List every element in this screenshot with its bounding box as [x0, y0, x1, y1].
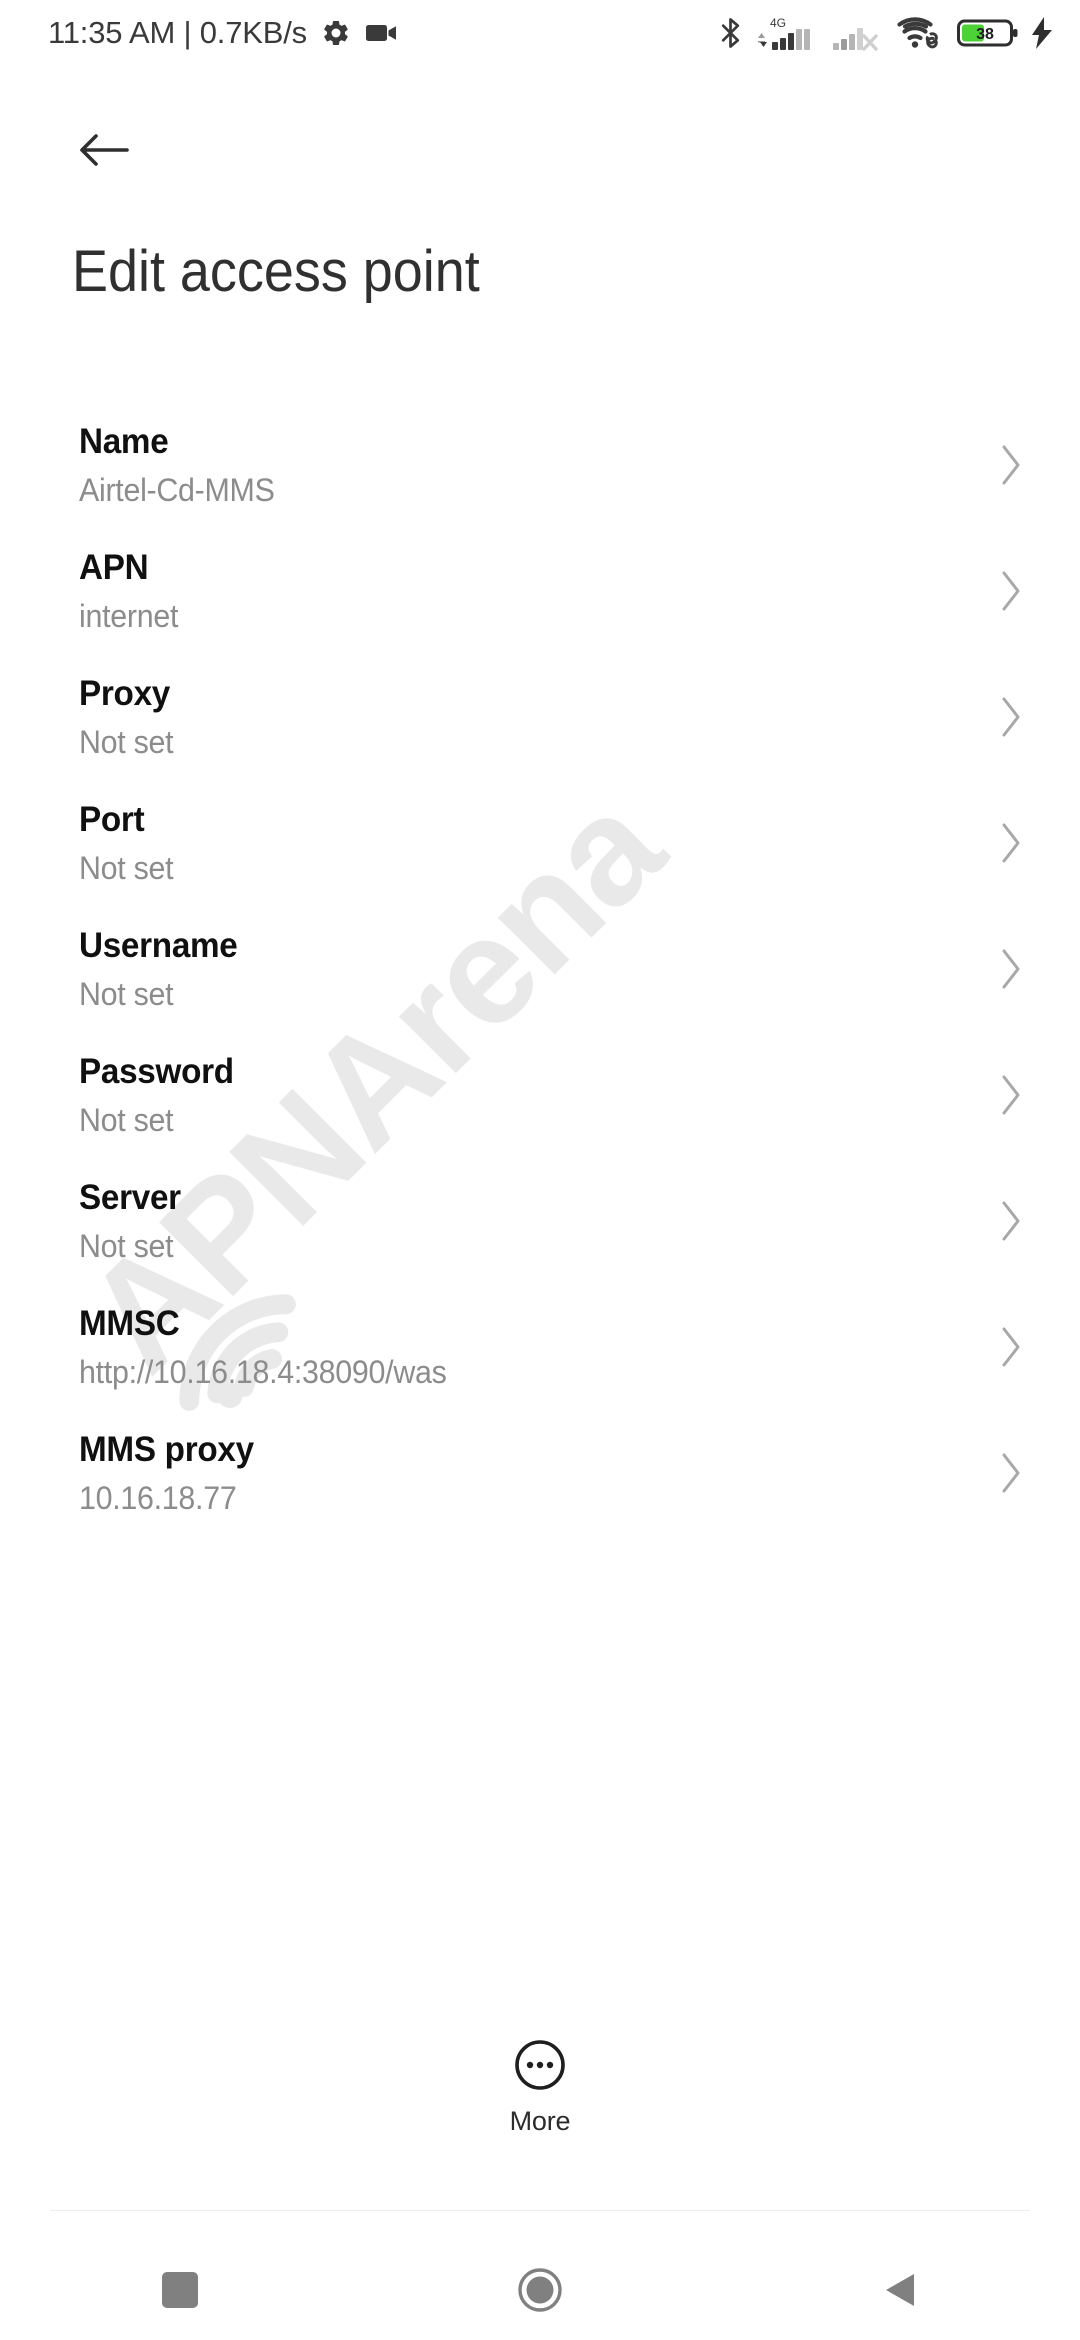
- back-button[interactable]: [58, 104, 150, 196]
- nav-recents-button[interactable]: [0, 2240, 360, 2340]
- list-item-proxy[interactable]: Proxy Not set: [0, 662, 1080, 788]
- list-item-label: Name: [79, 422, 169, 461]
- battery-icon: 38: [957, 19, 1018, 47]
- arrow-left-icon: [80, 134, 129, 166]
- list-item-value: internet: [79, 598, 179, 634]
- apn-settings-list: Name Airtel-Cd-MMS APN internet Proxy No…: [0, 410, 1080, 1544]
- bluetooth-icon: [721, 18, 740, 48]
- list-item-username[interactable]: Username Not set: [0, 914, 1080, 1040]
- list-item-label: Password: [79, 1052, 234, 1091]
- status-bar-left: 11:35 AM | 0.7KB/s: [48, 15, 399, 51]
- gear-icon: [324, 20, 348, 46]
- status-clock: 11:35 AM | 0.7KB/s: [48, 15, 307, 50]
- chevron-right-icon: [1002, 1453, 1020, 1493]
- list-item-password[interactable]: Password Not set: [0, 1040, 1080, 1166]
- list-item-apn[interactable]: APN internet: [0, 536, 1080, 662]
- nav-home-button[interactable]: [360, 2240, 720, 2340]
- chevron-right-icon: [1002, 697, 1020, 737]
- nav-back-button[interactable]: [720, 2240, 1080, 2340]
- list-item-label: Username: [79, 926, 238, 965]
- list-item-value: Not set: [79, 976, 174, 1012]
- chevron-right-icon: [1002, 823, 1020, 863]
- navigation-bar: [0, 2240, 1080, 2340]
- list-item-value: Not set: [79, 1102, 174, 1138]
- list-item-label: Port: [79, 800, 145, 839]
- chevron-right-icon: [1002, 1201, 1020, 1241]
- chevron-right-icon: [1002, 1075, 1020, 1115]
- list-item-value: Airtel-Cd-MMS: [79, 472, 275, 508]
- status-bar: 11:35 AM | 0.7KB/s 4G 38: [0, 0, 1080, 66]
- wifi-icon: [897, 17, 938, 49]
- charging-bolt-icon: [1032, 17, 1052, 49]
- video-camera-icon: [365, 25, 396, 41]
- list-item-label: Proxy: [79, 674, 170, 713]
- list-item-value: Not set: [79, 850, 174, 886]
- signal-sim2-no-service-icon: [833, 28, 878, 51]
- app-bar: [0, 104, 1080, 198]
- list-item-name[interactable]: Name Airtel-Cd-MMS: [0, 410, 1080, 536]
- list-item-value: Not set: [79, 724, 174, 760]
- chevron-right-icon: [1002, 571, 1020, 611]
- list-item-label: APN: [79, 548, 149, 587]
- more-button-label: More: [509, 2106, 571, 2136]
- list-item-label: Server: [79, 1178, 181, 1217]
- list-item-value: 10.16.18.77: [79, 1480, 237, 1516]
- nav-divider: [50, 2210, 1030, 2211]
- chevron-right-icon: [1002, 1327, 1020, 1367]
- phone-screen: 11:35 AM | 0.7KB/s 4G 38 APNArena Edit a…: [0, 0, 1080, 2340]
- list-item-label: MMS proxy: [79, 1430, 254, 1469]
- list-item-port[interactable]: Port Not set: [0, 788, 1080, 914]
- overflow-dots-circle-icon: [515, 2040, 565, 2090]
- list-item-label: MMSC: [79, 1304, 180, 1343]
- more-button[interactable]: More: [0, 2038, 1080, 2137]
- page-title: Edit access point: [72, 239, 480, 304]
- list-item-server[interactable]: Server Not set: [0, 1166, 1080, 1292]
- list-item-mms-proxy[interactable]: MMS proxy 10.16.18.77: [0, 1418, 1080, 1544]
- recents-square-icon: [162, 2272, 198, 2308]
- battery-percent-text: 38: [976, 26, 994, 43]
- status-bar-right: 4G 38: [718, 14, 1054, 52]
- signal-4g-icon: 4G: [758, 16, 810, 50]
- home-circle-icon: [518, 2268, 562, 2312]
- list-item-mmsc[interactable]: MMSC http://10.16.18.4:38090/was: [0, 1292, 1080, 1418]
- chevron-right-icon: [1002, 445, 1020, 485]
- back-triangle-icon: [886, 2274, 914, 2306]
- svg-text:4G: 4G: [770, 16, 786, 30]
- list-item-value: http://10.16.18.4:38090/was: [79, 1354, 447, 1390]
- chevron-right-icon: [1002, 949, 1020, 989]
- list-item-value: Not set: [79, 1228, 174, 1264]
